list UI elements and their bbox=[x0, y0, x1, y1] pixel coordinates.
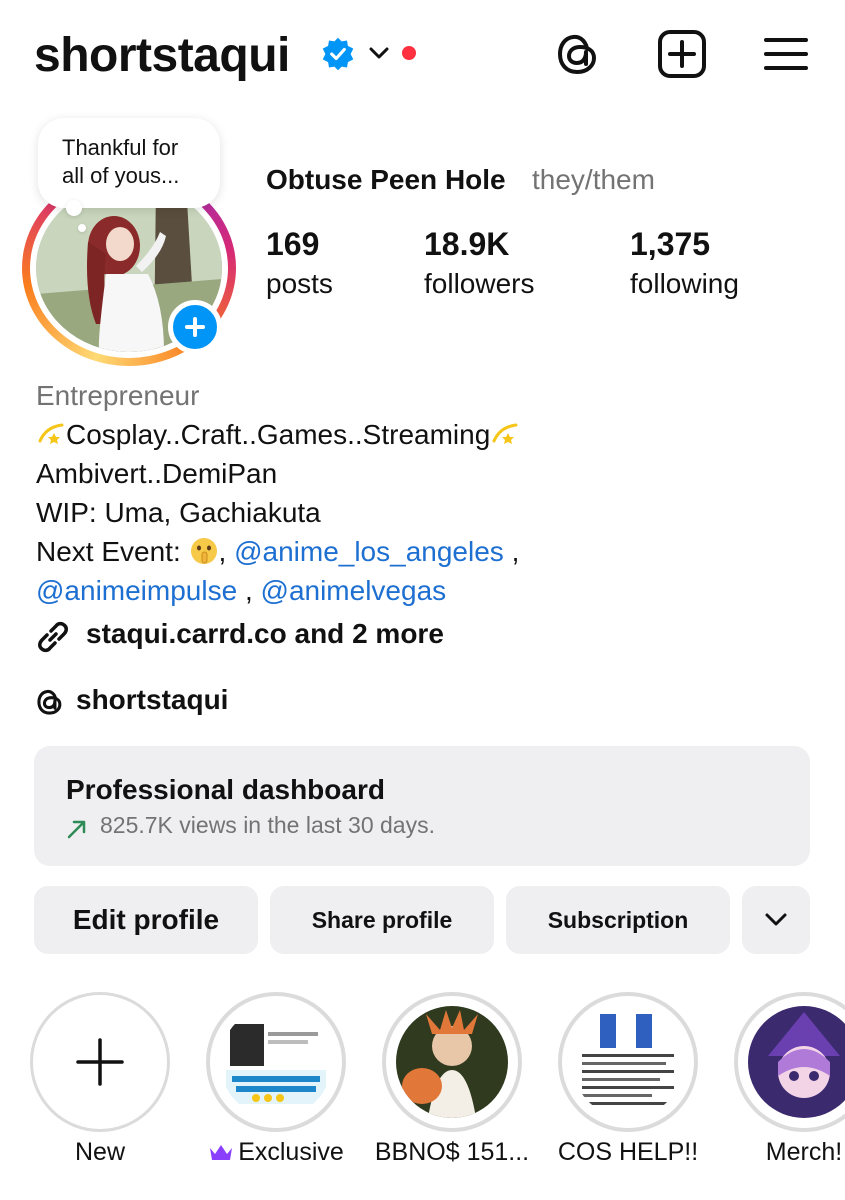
highlight-label: Merch! bbox=[765, 1138, 843, 1166]
add-story-button[interactable] bbox=[168, 300, 222, 354]
plus-icon bbox=[76, 1038, 124, 1086]
highlight-label: BBNO$ 151... bbox=[374, 1138, 530, 1166]
bio-category: Entrepreneur bbox=[36, 380, 200, 411]
highlight-cover bbox=[220, 1006, 332, 1118]
menu-icon[interactable] bbox=[760, 28, 812, 80]
threads-icon bbox=[37, 689, 62, 715]
highlight-label: COS HELP!! bbox=[557, 1138, 699, 1166]
posts-label: posts bbox=[266, 268, 333, 299]
highlight-exclusive[interactable]: Exclusive bbox=[206, 992, 346, 1172]
mention-animelvegas[interactable]: @animelvegas bbox=[261, 575, 447, 606]
profile-header: shortstaqui bbox=[0, 0, 845, 110]
username-switcher[interactable]: shortstaqui bbox=[34, 28, 290, 83]
bio-line-next-event: Next Event: , @anime_los_angeles , bbox=[36, 536, 520, 567]
highlight-merch[interactable]: Merch! bbox=[734, 992, 845, 1172]
professional-dashboard[interactable]: Professional dashboard 825.7K views in t… bbox=[34, 746, 810, 866]
highlight-new[interactable]: New bbox=[30, 992, 170, 1172]
crown-icon bbox=[210, 1145, 233, 1160]
threads-handle: shortstaqui bbox=[76, 684, 229, 715]
suggested-accounts-button[interactable] bbox=[742, 886, 810, 954]
posts-value: 169 bbox=[266, 226, 320, 262]
mention-anime-los-angeles[interactable]: @anime_los_angeles bbox=[234, 536, 504, 567]
share-profile-button[interactable]: Share profile bbox=[270, 886, 494, 954]
bio-line-wip: WIP: Uma, Gachiakuta bbox=[36, 497, 321, 528]
bio-line-ambivert: Ambivert..DemiPan bbox=[36, 458, 278, 489]
note-text: Thankful for all of yous... bbox=[62, 135, 180, 188]
highlight-label: New bbox=[74, 1138, 125, 1166]
threads-icon[interactable] bbox=[552, 28, 604, 80]
note-bubble[interactable]: Thankful for all of yous... bbox=[38, 118, 220, 208]
bio: Entrepreneur Cosplay..Craft..Games..Stre… bbox=[36, 376, 826, 610]
highlight-cover bbox=[396, 1006, 508, 1118]
following-count[interactable]: 1,375 following bbox=[630, 226, 739, 300]
subscription-button[interactable]: Subscription bbox=[506, 886, 730, 954]
dashboard-views: 825.7K views in the last 30 days. bbox=[100, 812, 435, 838]
shushing-face-icon bbox=[190, 538, 217, 564]
highlight-cos-help[interactable]: COS HELP!! bbox=[558, 992, 698, 1172]
highlight-cover bbox=[748, 1006, 845, 1118]
followers-count[interactable]: 18.9K followers bbox=[424, 226, 534, 300]
trend-up-arrow-icon bbox=[67, 820, 86, 839]
bio-line-mentions: @animeimpulse , @animelvegas bbox=[36, 575, 447, 606]
following-label: following bbox=[630, 268, 739, 299]
posts-count[interactable]: 169 posts bbox=[266, 226, 333, 300]
display-name: Obtuse Peen Hole bbox=[266, 164, 506, 195]
edit-profile-button[interactable]: Edit profile bbox=[34, 886, 258, 954]
bio-line-interests: Cosplay..Craft..Games..Streaming bbox=[36, 415, 826, 454]
dizzy-emoji-icon bbox=[492, 423, 518, 444]
highlight-label: Exclusive bbox=[186, 1138, 366, 1167]
chevron-down-icon[interactable] bbox=[368, 44, 390, 62]
link-icon bbox=[38, 621, 68, 653]
highlight-cover bbox=[572, 1006, 684, 1118]
dashboard-title: Professional dashboard bbox=[66, 774, 385, 805]
link-text: staqui.carrd.co and 2 more bbox=[86, 618, 444, 649]
following-value: 1,375 bbox=[630, 226, 711, 262]
dizzy-emoji-icon bbox=[38, 423, 64, 444]
mention-animeimpulse[interactable]: @animeimpulse bbox=[36, 575, 237, 606]
chevron-down-icon bbox=[765, 913, 787, 926]
pronouns: they/them bbox=[532, 164, 655, 195]
verified-badge-icon bbox=[322, 37, 354, 71]
create-post-icon[interactable] bbox=[656, 28, 708, 80]
followers-label: followers bbox=[424, 268, 535, 299]
notification-dot bbox=[402, 46, 416, 60]
highlight-bbno[interactable]: BBNO$ 151... bbox=[375, 992, 529, 1172]
followers-value: 18.9K bbox=[424, 226, 510, 262]
